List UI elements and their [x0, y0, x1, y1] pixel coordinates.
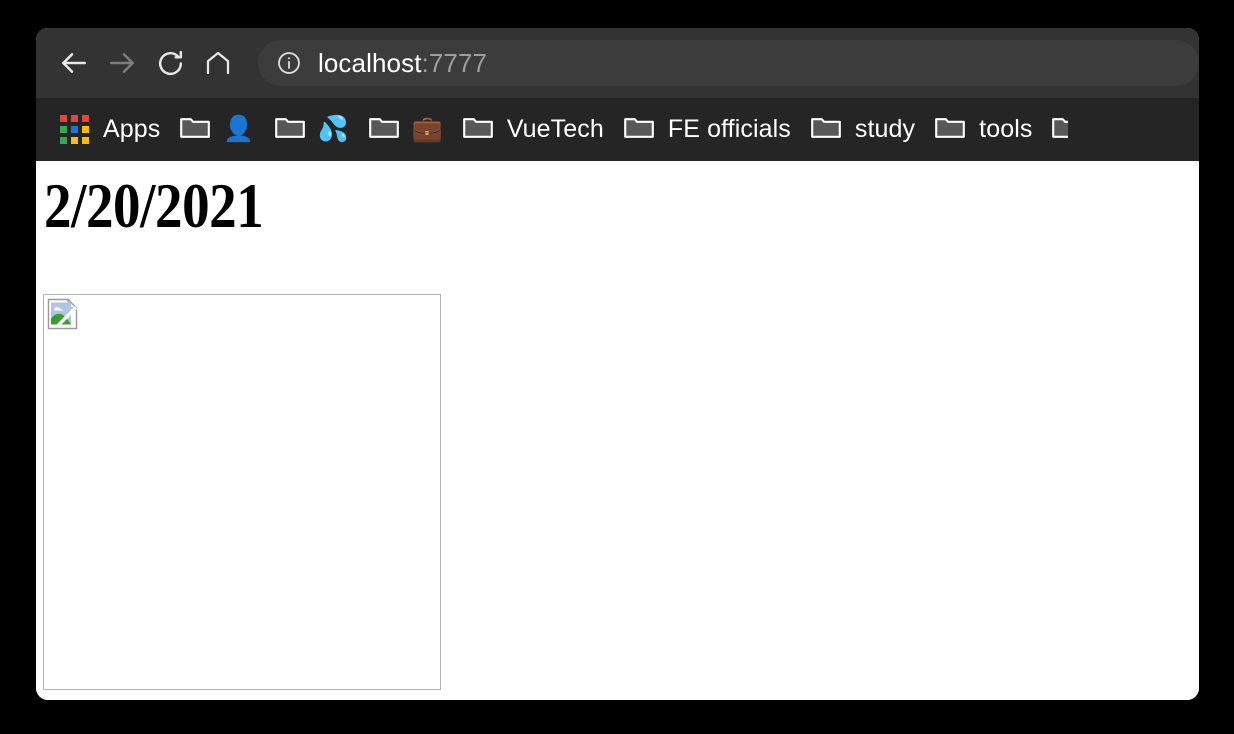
- bookmark-folder-tools-label: tools: [979, 115, 1033, 143]
- folder-icon: [180, 115, 211, 144]
- back-button[interactable]: [50, 39, 98, 87]
- folder-icon: [368, 115, 399, 144]
- bookmark-folder-overflow[interactable]: [1052, 115, 1069, 144]
- bookmarks-bar: Apps 👤 💦 💼 VueTech FE officials study to…: [36, 98, 1199, 161]
- home-button[interactable]: [194, 39, 242, 87]
- bookmark-apps-label: Apps: [103, 115, 161, 143]
- folder-icon: [462, 115, 493, 144]
- address-bar-text: localhost:7777: [318, 48, 487, 79]
- folder-icon: [1052, 115, 1069, 144]
- bookmark-folder-droplets[interactable]: 💦: [265, 108, 359, 152]
- briefcase-emoji: 💼: [411, 115, 443, 143]
- reload-icon: [155, 48, 186, 79]
- bookmark-folder-fe-officials[interactable]: FE officials: [614, 108, 801, 152]
- page-content: 2/20/2021: [36, 161, 1199, 700]
- bookmark-folder-vuetech-label: VueTech: [506, 115, 604, 143]
- folder-icon: [935, 115, 966, 144]
- browser-window: localhost:7777 Apps 👤 💦 💼 VueTech FE off…: [36, 28, 1199, 700]
- address-bar[interactable]: localhost:7777: [258, 40, 1199, 86]
- apps-grid-icon: [60, 115, 89, 144]
- url-host: localhost: [318, 47, 422, 78]
- sweat-droplets-emoji: 💦: [317, 115, 349, 143]
- browser-toolbar: localhost:7777: [36, 28, 1199, 98]
- bookmark-folder-study-label: study: [854, 115, 916, 143]
- forward-arrow-icon: [106, 47, 138, 79]
- url-port: :7777: [421, 47, 488, 78]
- broken-image-icon: [47, 298, 79, 330]
- page-title: 2/20/2021: [44, 170, 264, 241]
- bookmark-apps[interactable]: Apps: [50, 108, 170, 152]
- reload-button[interactable]: [146, 39, 194, 87]
- forward-button[interactable]: [98, 39, 146, 87]
- site-info-icon[interactable]: [276, 50, 302, 76]
- bookmark-folder-tools[interactable]: tools: [925, 108, 1042, 152]
- home-icon: [203, 48, 233, 78]
- bookmark-folder-fe-officials-label: FE officials: [667, 115, 791, 143]
- broken-image-placeholder[interactable]: [43, 294, 441, 690]
- bookmark-folder-study[interactable]: study: [801, 108, 925, 152]
- bookmark-folder-briefcase[interactable]: 💼: [359, 108, 453, 152]
- folder-icon: [274, 115, 305, 144]
- bust-in-silhouette-emoji: 👤: [223, 115, 255, 143]
- bookmark-folder-person[interactable]: 👤: [170, 108, 264, 152]
- back-arrow-icon: [58, 47, 90, 79]
- folder-icon: [811, 115, 841, 144]
- bookmark-folder-vuetech[interactable]: VueTech: [453, 108, 614, 152]
- folder-icon: [624, 115, 654, 144]
